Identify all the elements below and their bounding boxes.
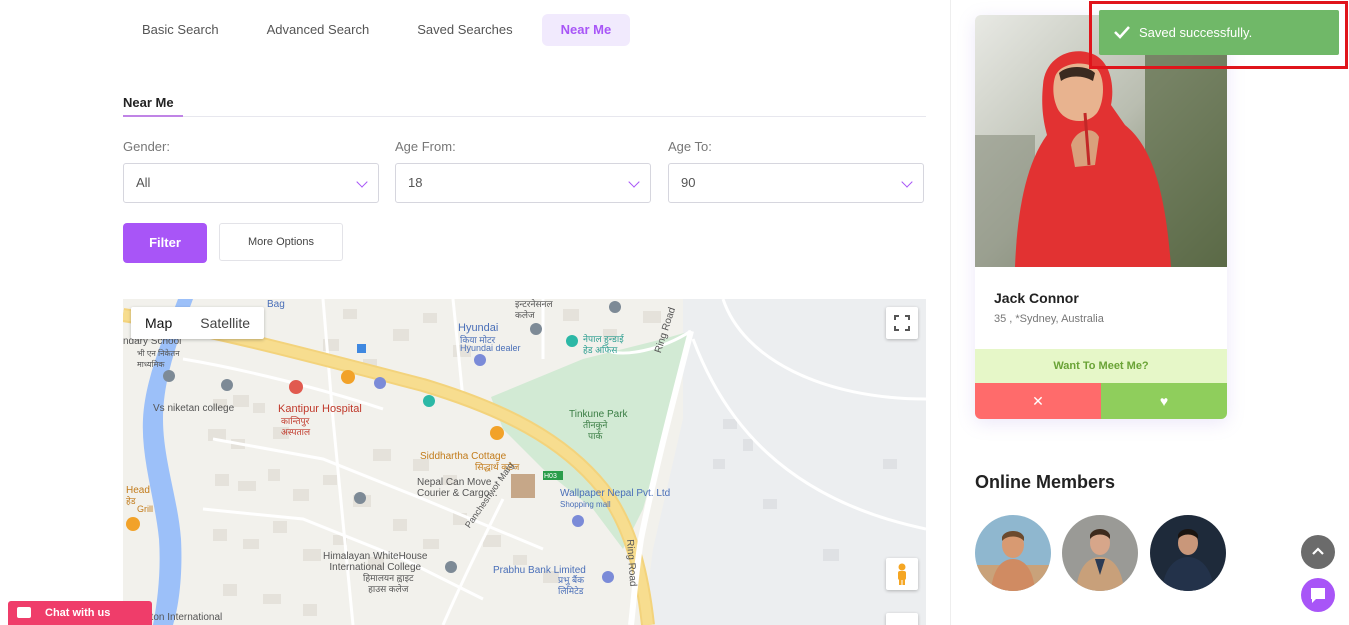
pegman-icon [898,563,906,585]
section-title: Near Me [123,95,174,110]
map-label-bag: Bag [267,299,285,310]
dislike-button[interactable]: ✕ [975,383,1101,419]
map-label-tinkune: Tinkune Park [569,409,628,420]
fullscreen-icon [894,315,910,331]
success-toast[interactable]: Saved successfully. [1099,10,1339,55]
page: Basic Search Advanced Search Saved Searc… [0,0,1349,625]
map-label-wallpaper: Wallpaper Nepal Pvt. Ltd [560,488,671,499]
map-label-head-np: हेड [126,496,136,506]
gender-label: Gender: [123,139,170,154]
profile-meta: 35 , *Sydney, Australia [994,313,1104,325]
profile-card: Jack Connor 35 , *Sydney, Australia Want… [975,15,1227,419]
age-from-select[interactable]: 18 [395,163,651,203]
heart-icon: ♥ [1159,393,1169,409]
tab-advanced-search[interactable]: Advanced Search [248,14,389,46]
gender-field: Gender: All [123,139,379,203]
map-label-tinkune-np: तीनकुने पार्क [583,420,608,441]
map-label-h03: H03 [544,473,557,480]
map-label-hyundai: Hyundai [458,322,499,334]
gender-select[interactable]: All [123,163,379,203]
age-from-field: Age From: 18 [395,139,651,203]
map-label-siddhartha: Siddhartha Cottage [420,451,507,462]
messenger-button[interactable] [1301,578,1335,612]
online-member-avatar[interactable] [1150,515,1226,591]
profile-name[interactable]: Jack Connor [994,290,1079,306]
age-to-value: 90 [681,175,696,190]
map-label-kantipur: Kantipur Hospital [278,403,362,415]
tab-near-me[interactable]: Near Me [541,14,631,46]
map-label-himalayan: Himalayan WhiteHouse International Colle… [323,551,428,573]
map-type-satellite[interactable]: Satellite [186,307,264,339]
map-label-shopping: Shopping mall [560,500,611,509]
checkmark-icon [1114,26,1130,39]
age-from-label: Age From: [395,139,456,154]
map-label-school-np: भी एन निकेतन माध्यमिक [137,349,180,369]
map-label-kantipur-np: कान्तिपुर अस्पताल [281,416,311,437]
age-to-field: Age To: 90 [668,139,924,203]
map[interactable]: Hyundai किया मोटर Hyundai dealer इन्टरने… [123,299,926,625]
chat-icon [1311,588,1325,603]
map-label-oriton: riton International [145,612,223,623]
toast-message: Saved successfully. [1139,25,1253,40]
online-members-title: Online Members [975,472,1116,492]
map-canvas [123,299,926,625]
map-label-nepal-np: नेपाल हुन्डाई हेड अफिस [583,334,624,355]
section-active-indicator [123,115,183,117]
zoom-control[interactable] [886,613,918,625]
age-to-select[interactable]: 90 [668,163,924,203]
online-member-avatar[interactable] [975,515,1051,591]
map-label-intl-np: इन्टरनेसनल कलेज [515,299,553,320]
online-member-avatar[interactable] [1062,515,1138,591]
chat-with-us-tab[interactable]: Chat with us [8,601,152,625]
map-label-prabhu-np: प्रभु बैंक लिमिटेड [558,575,584,596]
age-from-value: 18 [408,175,423,190]
filter-button[interactable]: Filter [123,223,207,263]
street-view-button[interactable] [886,558,918,590]
map-label-himalayan-np: हिमालयन ह्वाइट हाउस कलेज [363,573,414,594]
chevron-down-icon [628,176,640,188]
chat-with-us-label: Chat with us [45,607,111,619]
chevron-down-icon [901,176,913,188]
map-label-head: Head [126,485,150,496]
avatar-image [1062,515,1138,591]
avatar-image [1150,515,1226,591]
map-label-vs-niketan: Vs niketan college [153,403,235,414]
map-label-hyundai-dealer: Hyundai dealer [460,343,521,353]
chevron-down-icon [356,176,368,188]
chevron-up-icon [1312,547,1324,555]
section-divider [123,116,926,117]
map-type-map[interactable]: Map [131,307,186,339]
map-type-control: Map Satellite [131,307,265,339]
fullscreen-button[interactable] [886,307,918,339]
more-options-button[interactable]: More Options [219,223,343,261]
want-to-meet-label: Want To Meet Me? [975,349,1227,383]
gender-value: All [136,175,151,190]
avatar-image [975,515,1051,591]
like-button[interactable]: ♥ [1101,383,1227,419]
tab-saved-searches[interactable]: Saved Searches [398,14,531,46]
column-divider [950,0,951,625]
age-to-label: Age To: [668,139,712,154]
chat-bubble-icon [17,607,31,618]
close-icon: ✕ [1032,393,1044,409]
scroll-to-top-button[interactable] [1301,535,1335,569]
tab-basic-search[interactable]: Basic Search [123,14,238,46]
map-label-grill: Grill [137,504,153,514]
search-tabs: Basic Search Advanced Search Saved Searc… [123,14,631,46]
